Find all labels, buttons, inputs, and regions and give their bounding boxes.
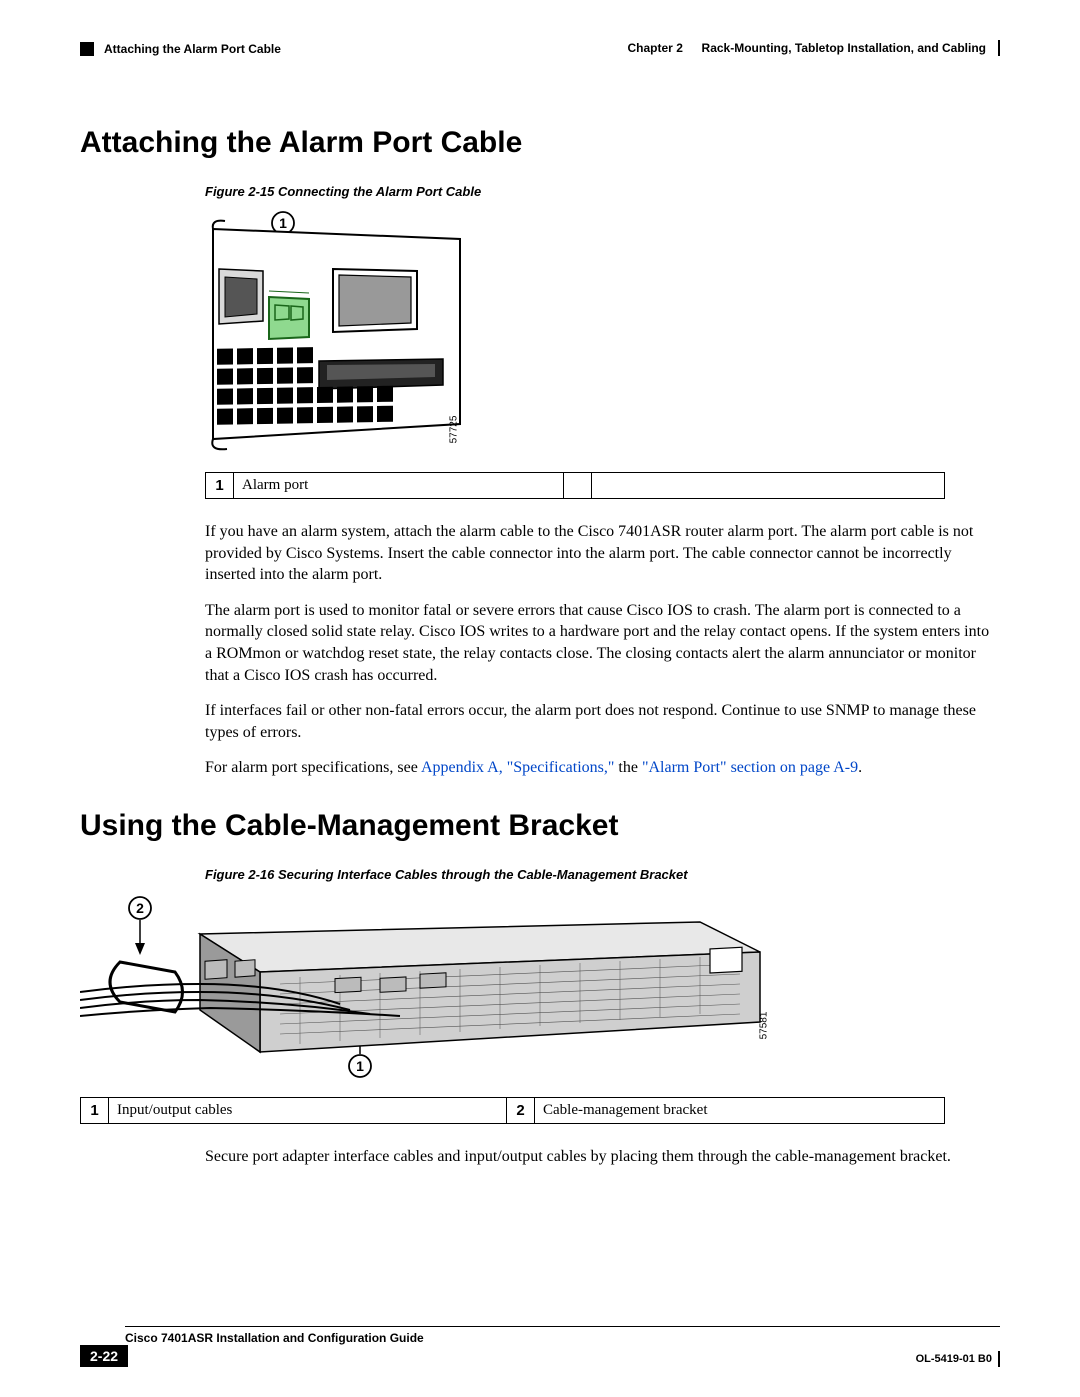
legend-number: 1 — [206, 473, 234, 499]
callout-1: 1 — [279, 215, 287, 231]
link-appendix-a[interactable]: Appendix A, "Specifications," — [421, 759, 614, 776]
legend2-n1: 1 — [81, 1097, 109, 1123]
header-left: Attaching the Alarm Port Cable — [80, 42, 281, 56]
section-heading-alarm-port: Attaching the Alarm Port Cable — [80, 126, 1000, 160]
figure-2-15-legend: 1 Alarm port — [205, 472, 945, 499]
legend2-t2: Cable-management bracket — [535, 1097, 945, 1123]
legend-text: Alarm port — [234, 473, 564, 499]
alarm-para-1: If you have an alarm system, attach the … — [205, 521, 990, 586]
callout-2: 2 — [136, 900, 144, 916]
page-number-badge: 2-22 — [80, 1345, 128, 1367]
para4-post: . — [858, 759, 862, 776]
footer-tick-icon — [998, 1351, 1000, 1367]
figure-2-15-caption: Figure 2-15 Connecting the Alarm Port Ca… — [205, 184, 1000, 199]
doc-code: OL-5419-01 B0 — [916, 1351, 1000, 1367]
page-header: Attaching the Alarm Port Cable Chapter 2… — [80, 30, 1000, 56]
figure-2-16-illustration: 2 1 — [80, 892, 1000, 1087]
alarm-para-2: The alarm port is used to monitor fatal … — [205, 600, 990, 686]
callout-1b: 1 — [356, 1058, 364, 1074]
header-section-name: Attaching the Alarm Port Cable — [104, 42, 281, 56]
figure-2-16-number: 57581 — [758, 1012, 769, 1040]
header-separator-icon — [998, 40, 1000, 56]
figure-2-15-number: 57725 — [448, 416, 459, 444]
chapter-label: Chapter 2 — [628, 41, 683, 55]
legend-empty-text — [592, 473, 945, 499]
header-right: Chapter 2 Rack-Mounting, Tabletop Instal… — [628, 40, 1000, 56]
alarm-para-3: If interfaces fail or other non-fatal er… — [205, 700, 990, 743]
section-heading-cable-mgmt: Using the Cable-Management Bracket — [80, 809, 1000, 843]
legend2-t1: Input/output cables — [109, 1097, 507, 1123]
header-square-icon — [80, 42, 94, 56]
alarm-para-4: For alarm port specifications, see Appen… — [205, 757, 990, 779]
doc-code-text: OL-5419-01 B0 — [916, 1353, 992, 1365]
figure-2-16-legend: 1 Input/output cables 2 Cable-management… — [80, 1097, 945, 1124]
figure-2-16-caption: Figure 2-16 Securing Interface Cables th… — [205, 867, 1000, 882]
legend-empty-num — [564, 473, 592, 499]
para4-pre: For alarm port specifications, see — [205, 759, 421, 776]
cable-mgmt-para-1: Secure port adapter interface cables and… — [205, 1146, 990, 1168]
para4-mid: the — [614, 759, 642, 776]
page-footer: Cisco 7401ASR Installation and Configura… — [80, 1326, 1000, 1367]
legend2-n2: 2 — [507, 1097, 535, 1123]
chapter-title: Rack-Mounting, Tabletop Installation, an… — [702, 41, 986, 55]
link-alarm-port-section[interactable]: "Alarm Port" section on page A-9 — [642, 759, 858, 776]
figure-2-15-illustration: 1 — [205, 209, 1000, 464]
footer-doc-title: Cisco 7401ASR Installation and Configura… — [125, 1331, 1000, 1345]
